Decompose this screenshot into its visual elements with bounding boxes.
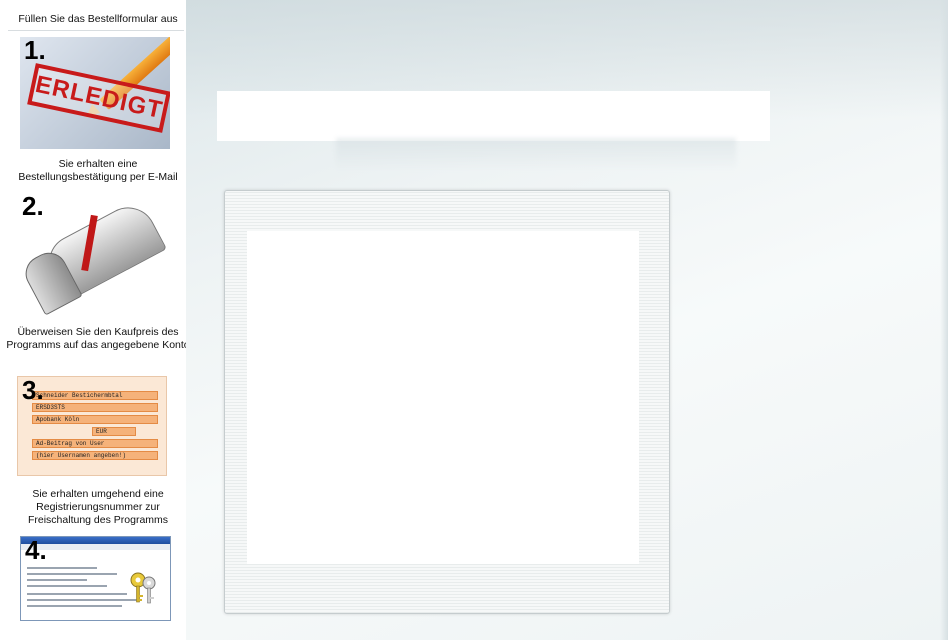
form-line-4: EUR [96,428,107,435]
form-line-1: Schneider Bestichermbtal [36,392,123,399]
title-banner [217,91,770,141]
erledigt-stamp-image: ERLEDIGT 1. [20,37,170,149]
order-steps-sidebar: Füllen Sie das Bestellformular aus ERLED… [0,0,190,640]
step-1-caption: Sie erhalten eine Bestellungsbestätigung… [18,158,178,183]
form-line-2: ERSD3STS [36,404,65,411]
form-line-6: (hier Usernamen angeben!) [36,452,127,459]
step-number-2: 2. [22,193,44,221]
form-line-3: Apobank Köln [36,416,80,423]
mailbox-image: 2. [18,193,176,315]
step-3-caption: Sie erhalten umgehend eine Registrierung… [27,488,169,526]
content-panel [247,231,639,564]
main-content-area [186,0,948,640]
order-instructions-heading: Füllen Sie das Bestellformular aus [18,13,178,25]
heading-separator [8,30,184,31]
bank-transfer-form-image: Schneider Bestichermbtal ERSD3STS Apoban… [17,376,167,476]
step-2-caption: Überweisen Sie den Kaufpreis des Program… [6,326,190,351]
title-reflection [336,138,736,170]
step-number-4: 4. [25,536,47,565]
form-line-5: Ad-Beitrag von User [36,440,105,447]
keys-icon [130,572,156,604]
content-frame [224,190,670,614]
registration-window-keys-image: 4. [20,536,171,621]
step-number-1: 1. [24,37,46,65]
step-number-3: 3. [22,376,44,405]
